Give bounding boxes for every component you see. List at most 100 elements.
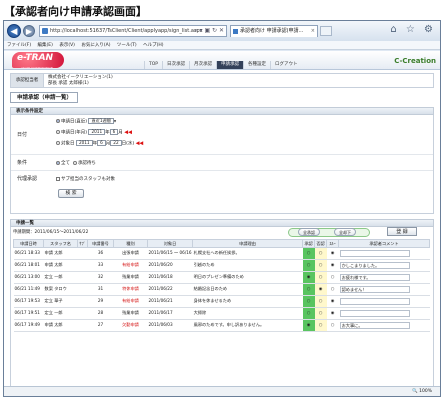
row-through-radio[interactable]: ◉ bbox=[326, 259, 339, 272]
row-comment[interactable]: お大事に。 bbox=[338, 319, 430, 332]
row-datetime: 06/17 19:53 bbox=[13, 295, 44, 308]
col-staff[interactable]: スタッフ名 bbox=[43, 239, 78, 248]
menu-view[interactable]: 表示(V) bbox=[59, 43, 75, 48]
row-type: 有給申請 bbox=[113, 259, 148, 272]
approve-all-button[interactable]: 全承認 bbox=[298, 228, 320, 236]
row-reason: 身体を休ませるため bbox=[192, 295, 303, 308]
new-tab-button[interactable] bbox=[320, 26, 332, 36]
menu-bar: ファイル(F) 編集(E) 表示(V) お気に入り(A) ツール(T) ヘルプ(… bbox=[4, 41, 440, 50]
row-datetime: 06/17 19:51 bbox=[13, 307, 44, 320]
recent-select[interactable]: 直近1週間 bbox=[88, 118, 114, 124]
radio-target[interactable] bbox=[56, 141, 60, 145]
row-type: 残業申請 bbox=[113, 307, 148, 320]
comment-input[interactable]: お大事に。 bbox=[339, 322, 410, 329]
row-reject-radio[interactable]: ○ bbox=[314, 259, 327, 272]
menu-tools[interactable]: ツール(T) bbox=[117, 43, 137, 48]
radio-month[interactable] bbox=[56, 130, 60, 134]
row-reject-radio[interactable]: ○ bbox=[314, 247, 327, 260]
month-year-select[interactable]: 2011 bbox=[88, 129, 106, 135]
condition-options: 全て 承認待ち bbox=[56, 160, 96, 166]
row-target-date: 2011/06/18 bbox=[147, 271, 193, 284]
refresh-icon[interactable]: ⌕ ▾ ▣ ↻ ✕ bbox=[194, 26, 224, 36]
target-month-select[interactable]: 6 bbox=[97, 140, 106, 146]
back-button[interactable]: ◀ bbox=[7, 24, 21, 38]
menu-help[interactable]: ヘルプ(H) bbox=[143, 43, 163, 48]
row-sub bbox=[77, 271, 88, 284]
nav-daily-approval[interactable]: 日次承認 bbox=[162, 61, 189, 69]
row-reject-radio[interactable]: ○ bbox=[314, 307, 327, 320]
nav-monthly-approval[interactable]: 月次承認 bbox=[189, 61, 216, 69]
prev-next-arrow-icon[interactable]: ◀◀ bbox=[124, 130, 132, 136]
col-comment: 承認者コメント bbox=[338, 239, 430, 248]
address-bar[interactable]: http://localhost:51637/TsClient/Client/a… bbox=[39, 25, 227, 37]
row-through-radio[interactable]: ○ bbox=[326, 271, 339, 284]
row-reject-radio[interactable]: ○ bbox=[314, 271, 327, 284]
nav-request-approval[interactable]: 申請承認 bbox=[216, 61, 244, 69]
row-comment[interactable] bbox=[338, 307, 430, 320]
row-comment[interactable]: 認めません！ bbox=[338, 283, 430, 296]
address-text: http://localhost:51637/TsClient/Client/a… bbox=[50, 28, 203, 34]
row-through-radio[interactable]: ◉ bbox=[326, 307, 339, 320]
menu-edit[interactable]: 編集(E) bbox=[38, 43, 53, 48]
comment-input[interactable] bbox=[339, 250, 410, 257]
col-datetime[interactable]: 申請日時 bbox=[13, 239, 44, 248]
row-comment[interactable] bbox=[338, 247, 430, 260]
target-prev-next-arrow-icon[interactable]: ◀◀ bbox=[136, 141, 144, 147]
comment-input[interactable]: お疲れ様です。 bbox=[339, 274, 410, 281]
nav-settings[interactable]: 各種設定 bbox=[243, 61, 270, 69]
radio-all[interactable] bbox=[56, 160, 60, 165]
reject-all-button[interactable]: 全却下 bbox=[334, 228, 356, 236]
row-approve-radio[interactable]: ○ bbox=[302, 283, 315, 296]
row-reject-radio[interactable]: ◉ bbox=[314, 283, 327, 296]
row-approve-radio[interactable]: ○ bbox=[302, 259, 315, 272]
page-heading: 【承認者向け申請承認画面】 bbox=[4, 5, 147, 18]
row-reason: 風邪のためです。申し訳ありません。 bbox=[192, 319, 303, 332]
col-number[interactable]: 申請番号 bbox=[87, 239, 114, 248]
app-logo[interactable]: e-TRAN ASAHI CORPORATION bbox=[12, 52, 64, 70]
row-comment[interactable]: かしこまりました。 bbox=[338, 259, 430, 272]
comment-input[interactable]: かしこまりました。 bbox=[339, 262, 410, 269]
zoom-level[interactable]: 100% bbox=[419, 389, 432, 394]
row-through-radio[interactable]: ○ bbox=[326, 319, 339, 332]
row-type: 出張申請 bbox=[113, 247, 148, 260]
comment-input[interactable] bbox=[339, 310, 410, 317]
row-through-radio[interactable]: ◉ bbox=[326, 247, 339, 260]
target-day-select[interactable]: 22 bbox=[110, 140, 122, 146]
target-year-select[interactable]: 2011 bbox=[75, 140, 93, 146]
col-type[interactable]: 種別 bbox=[113, 239, 148, 248]
nav-logout[interactable]: ログアウト bbox=[270, 61, 302, 69]
zoom-icon[interactable]: 🔍 bbox=[412, 389, 418, 394]
row-approve-radio[interactable]: ○ bbox=[302, 295, 315, 308]
row-reject-radio[interactable]: ○ bbox=[314, 295, 327, 308]
month-select[interactable]: 6 bbox=[109, 129, 119, 135]
save-button[interactable]: 登 録 bbox=[387, 227, 417, 236]
menu-favorites[interactable]: お気に入り(A) bbox=[81, 43, 110, 48]
row-through-radio[interactable]: ○ bbox=[326, 283, 339, 296]
row-approve-radio[interactable]: ○ bbox=[302, 307, 315, 320]
date-option-recent: 申請日(直近) 直近1週間 ▾ bbox=[56, 118, 116, 125]
radio-recent[interactable] bbox=[56, 119, 60, 123]
row-approve-radio[interactable]: ◉ bbox=[302, 319, 315, 332]
tab-close-icon[interactable]: × bbox=[311, 26, 315, 37]
table-row: 06/17 19:51 定立 一郎 28 残業申請 2011/06/17 大掃除 ○ ○ ◉ bbox=[13, 307, 430, 320]
row-through-radio[interactable]: ◉ bbox=[326, 295, 339, 308]
month-unit: 月 bbox=[118, 130, 123, 136]
col-target-date[interactable]: 対象日 bbox=[146, 239, 194, 248]
row-comment[interactable] bbox=[338, 295, 430, 308]
forward-button[interactable]: ▶ bbox=[23, 25, 35, 37]
proxy-checkbox[interactable] bbox=[56, 176, 60, 181]
menu-file[interactable]: ファイル(F) bbox=[7, 43, 31, 48]
browser-tab[interactable]: 承認者向け 申請承認(申請... × bbox=[230, 25, 318, 37]
nav-top[interactable]: TOP bbox=[144, 61, 162, 69]
home-star-gear-icons[interactable]: ⌂ ☆ ⚙ bbox=[390, 24, 436, 35]
row-comment[interactable]: お疲れ様です。 bbox=[338, 271, 430, 284]
row-reject-radio[interactable]: ○ bbox=[314, 319, 327, 332]
row-approve-radio[interactable]: ○ bbox=[302, 247, 315, 260]
radio-pending[interactable] bbox=[72, 160, 77, 165]
tab-page-icon bbox=[233, 29, 238, 34]
conditions-header: 表示条件設定 bbox=[10, 107, 434, 115]
search-button[interactable]: 検 索 bbox=[58, 189, 84, 198]
comment-input[interactable] bbox=[339, 298, 410, 305]
row-approve-radio[interactable]: ◉ bbox=[302, 271, 315, 284]
comment-input[interactable]: 認めません！ bbox=[339, 286, 410, 293]
